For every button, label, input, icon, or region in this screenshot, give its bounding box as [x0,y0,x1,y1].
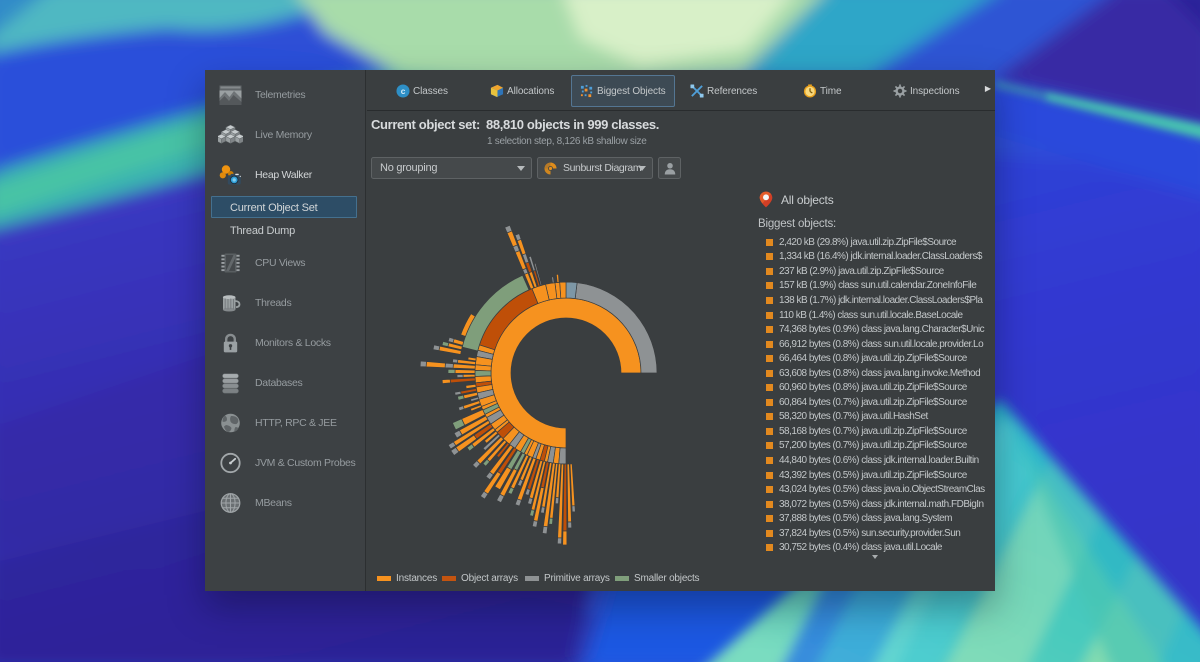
svg-text:c: c [401,86,406,96]
